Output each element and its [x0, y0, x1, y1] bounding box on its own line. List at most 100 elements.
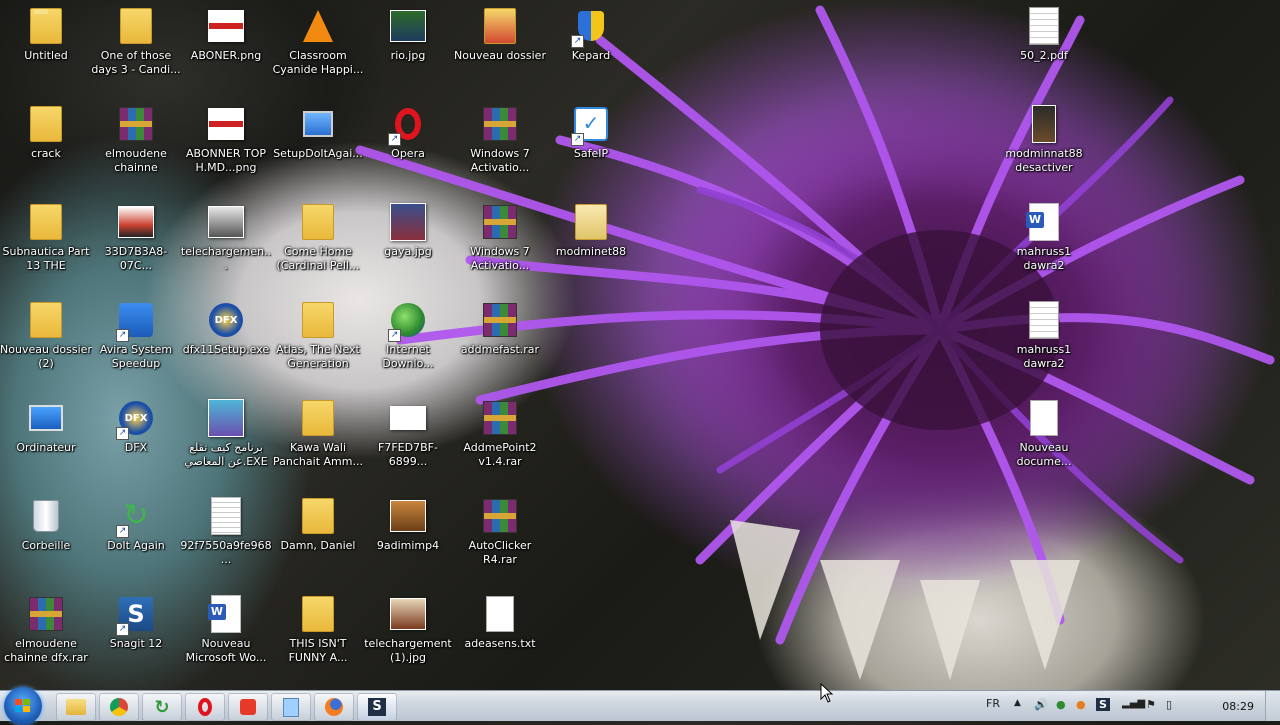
icon-label: addmefast.rar — [460, 343, 540, 356]
desktop-icon-internet-download[interactable]: ↗ Internet Downlo... — [362, 294, 454, 392]
desktop-icon-corbeille[interactable]: Corbeille — [0, 490, 92, 588]
icon-label: Windows 7 Activatio... — [470, 147, 530, 174]
taskbar: ↻ S FR ▲ 🔊 ● ● S ▂▄▆ ⚑ ▯ 08:29 — [0, 687, 1280, 725]
kepard-icon — [240, 699, 256, 715]
desktop-icon-adeasens-txt[interactable]: adeasens.txt — [454, 588, 546, 686]
icon-label: elmoudene chainne dfx_2.rar — [105, 147, 167, 174]
windows-logo-icon — [15, 699, 30, 712]
desktop-icon-mahruss1-docx[interactable]: W mahruss1 dawra2 alola.docx — [998, 196, 1090, 294]
desktop-icon-9adimimp4[interactable]: 9adimimp4 — [362, 490, 454, 588]
language-indicator[interactable]: FR — [986, 697, 1000, 710]
desktop-icon-f7fed7bf[interactable]: F7FED7BF-6899... — [362, 392, 454, 490]
folder-icon — [482, 6, 518, 46]
desktop-icon-nouveau-microsoft-word[interactable]: W Nouveau Microsoft Wo... — [180, 588, 272, 686]
desktop-icon-dfx[interactable]: DFX ↗ DFX — [90, 392, 182, 490]
icon-label: crack — [31, 147, 61, 160]
start-button[interactable] — [4, 687, 42, 725]
desktop-icon-windows7-activation-1[interactable]: Windows 7 Activatio... — [454, 98, 546, 196]
desktop-icon-autoclicker-rar[interactable]: AutoClicker R4.rar — [454, 490, 546, 588]
desktop-icon-nouveau-dossier-2[interactable]: Nouveau dossier (2) — [0, 294, 92, 392]
desktop-icon-crack[interactable]: crack — [0, 98, 92, 196]
desktop-icon-kepard[interactable]: ↗ Kepard — [545, 0, 637, 98]
desktop-icon-arabic-exe[interactable]: برنامج كيف تقلع عن المعاصي.EXE — [180, 392, 272, 490]
icon-label: Opera — [391, 147, 425, 160]
desktop-icon-windows7-activation-2[interactable]: Windows 7 Activatio... — [454, 196, 546, 294]
desktop-icon-safeip[interactable]: ✓ ↗ SafeIP — [545, 98, 637, 196]
firefox-tray-icon[interactable]: ● — [1076, 698, 1086, 711]
desktop-icon-rio-jpg[interactable]: rio.jpg — [362, 0, 454, 98]
vlc-icon — [300, 6, 336, 46]
desktop-icon-atlas[interactable]: Atlas, The Next Generation — [272, 294, 364, 392]
desktop-icon-addmepoint2-rar[interactable]: AddmePoint2 v1.4.rar — [454, 392, 546, 490]
volume-icon[interactable]: 🔊 — [1034, 698, 1048, 711]
desktop-icon-snagit[interactable]: S ↗ Snagit 12 — [90, 588, 182, 686]
icon-label: elmoudene chainne dfx.rar — [4, 637, 88, 664]
word-document-icon: W — [208, 594, 244, 634]
shortcut-arrow-icon: ↗ — [116, 427, 129, 440]
dfx-icon: DFX ↗ — [116, 398, 154, 440]
image-file-icon — [208, 202, 244, 242]
taskbar-kepard-button[interactable] — [228, 693, 268, 721]
desktop-icon-avira[interactable]: ↗ Avira System Speedup — [90, 294, 182, 392]
desktop-icon-dfx11setup[interactable]: DFX dfx11Setup.exe — [180, 294, 272, 392]
taskbar-notepad-button[interactable] — [271, 693, 311, 721]
desktop-icon-classroom-cyanide[interactable]: Classroom Cyanide Happi... — [272, 0, 364, 98]
icon-label: Untitled — [24, 49, 68, 62]
desktop-icon-ordinateur[interactable]: Ordinateur — [0, 392, 92, 490]
desktop-icon-doit-again[interactable]: ↻ ↗ DoIt Again — [90, 490, 182, 588]
desktop-icon-abonner-top[interactable]: ABONNER TOP H.MD...png — [180, 98, 272, 196]
desktop-icon-aboner-png[interactable]: ABONER.png — [180, 0, 272, 98]
taskbar-chrome-button[interactable] — [99, 693, 139, 721]
desktop-icon-33d7b3a8[interactable]: 33D7B3A8-07C... — [90, 196, 182, 294]
desktop-icon-come-home[interactable]: Come Home (Cardinal Pell... — [272, 196, 364, 294]
taskbar-firefox-button[interactable] — [314, 693, 354, 721]
battery-icon[interactable]: ▯ — [1166, 698, 1172, 711]
icon-label: gaya.jpg — [384, 245, 432, 258]
icon-label: modminnat88 desactiver sour... — [1005, 147, 1083, 174]
desktop-icon-nouveau-document[interactable]: Nouveau docume... — [998, 392, 1090, 490]
system-tray: FR ▲ 🔊 ● ● S ▂▄▆ ⚑ ▯ 08:29 — [980, 691, 1280, 721]
snagit-tray-icon[interactable]: S — [1096, 698, 1110, 711]
desktop-icon-damn-daniel[interactable]: Damn, Daniel — [272, 490, 364, 588]
setup-computer-icon — [300, 104, 336, 144]
desktop-icon-elmoudene-dfx2-rar[interactable]: elmoudene chainne dfx_2.rar — [90, 98, 182, 196]
image-file-icon — [390, 6, 426, 46]
desktop-icon-telechargement[interactable]: telechargemen... — [180, 196, 272, 294]
desktop-icon-setupdoitagain[interactable]: SetupDoItAgai... — [272, 98, 364, 196]
pdf-file-icon — [1026, 6, 1062, 46]
icon-label: Windows 7 Activatio... — [470, 245, 530, 272]
desktop-icon-modminet88[interactable]: modminet88 — [545, 196, 637, 294]
desktop-icon-92f7550a[interactable]: 92f7550a9fe968... — [180, 490, 272, 588]
network-globe-icon[interactable]: ● — [1056, 698, 1066, 711]
image-file-icon — [1026, 104, 1062, 144]
desktop-icon-elmoudene-dfx-rar[interactable]: elmoudene chainne dfx.rar — [0, 588, 92, 686]
desktop-icon-50-2-pdf[interactable]: 50_2.pdf — [998, 0, 1090, 98]
desktop-icon-mahruss1-pdf[interactable]: mahruss1 dawra2 alola.pdf — [998, 294, 1090, 392]
snagit-icon: S ↗ — [116, 594, 154, 636]
desktop-icon-untitled[interactable]: Untitled — [0, 0, 92, 98]
taskbar-doit-again-button[interactable]: ↻ — [142, 693, 182, 721]
desktop-icon-telechargement-1[interactable]: telechargement (1).jpg — [362, 588, 454, 686]
desktop-icon-nouveau-dossier[interactable]: Nouveau dossier — [454, 0, 546, 98]
taskbar-snagit-button[interactable]: S — [357, 693, 397, 721]
desktop-icon-this-isnt-funny[interactable]: THIS ISN'T FUNNY A... — [272, 588, 364, 686]
signal-bars-icon[interactable]: ▂▄▆ — [1122, 698, 1145, 709]
winrar-icon — [482, 202, 518, 242]
desktop-icon-modminnat88[interactable]: modminnat88 desactiver sour... — [998, 98, 1090, 196]
desktop-icon-addmefast-rar[interactable]: addmefast.rar — [454, 294, 546, 392]
desktop-icon-gaya-jpg[interactable]: gaya.jpg — [362, 196, 454, 294]
icon-label: mahruss1 dawra2 alola.pdf — [1016, 343, 1072, 370]
winrar-icon — [482, 104, 518, 144]
show-hidden-icons-button[interactable]: ▲ — [1014, 698, 1021, 708]
show-desktop-button[interactable] — [1265, 691, 1280, 721]
desktop-icon-subnautica[interactable]: Subnautica Part 13 THE DEEPES... — [0, 196, 92, 294]
desktop-icon-kawa-wali[interactable]: Kawa Wali Panchait Amm... — [272, 392, 364, 490]
action-center-flag-icon[interactable]: ⚑ — [1146, 698, 1156, 711]
desktop-icon-opera[interactable]: ↗ Opera — [362, 98, 454, 196]
icon-label: rio.jpg — [390, 49, 426, 62]
snagit-icon: S — [368, 698, 386, 716]
taskbar-explorer-button[interactable] — [56, 693, 96, 721]
clock[interactable]: 08:29 — [1222, 700, 1254, 713]
desktop-icon-one-of-those-days[interactable]: One of those days 3 - Candi... — [90, 0, 182, 98]
taskbar-opera-button[interactable] — [185, 693, 225, 721]
